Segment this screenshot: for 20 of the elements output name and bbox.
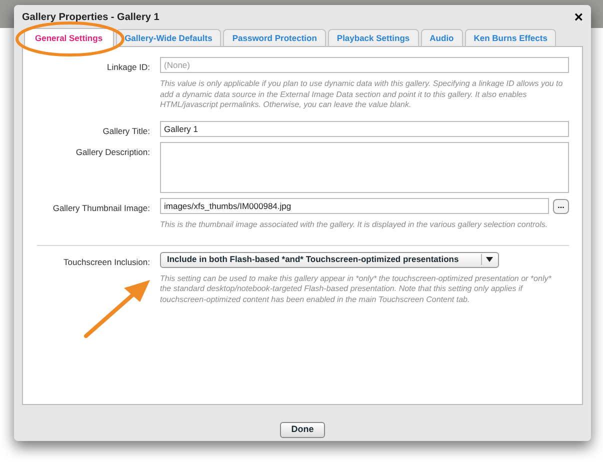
browse-button[interactable]: ... [553,198,569,214]
field-label: Linkage ID: [106,61,151,74]
help-text: This setting can be used to make this gallery appear in *only* the touchscreen-optimized presentation or *only* the standard desktop/notebook-targeted Flash-based presentation. Note that this setting only applies if touchscreen-optimized content has been enabled in the main Touchscreen Content tab. [160,274,552,306]
path-field[interactable]: images/xfs_thumbs/IM000984.jpg [160,198,549,214]
close-button[interactable]: × [574,10,583,24]
field-label: Touchscreen Inclusion: [62,256,151,268]
help-text: This is the thumbnail image associated with the gallery. It is displayed in the various gallery selection controls. [160,220,549,231]
pointer-arrow [84,280,150,338]
window-title: Gallery Properties - Gallery 1 [22,10,160,24]
tab[interactable]: General Settings [24,28,114,47]
field-label: Gallery Thumbnail Image: [52,202,151,215]
text-field[interactable]: Gallery 1 [160,120,569,136]
field-label: Gallery Description: [74,146,151,159]
text-field[interactable]: (None) [160,57,569,73]
description-field[interactable] [160,142,569,194]
dropdown[interactable]: Include in both Flash-based *and* Touchscreen-optimized presentations [160,252,499,268]
dropdown-arrow-icon [486,257,493,262]
help-text: This value is only applicable if you plan to use dynamic data with this gallery. Specifying a linkage ID allows you to add a dynamic data source in the External Image Data section and point it to this gallery. It also enables HTML/javascript permalinks. Otherwise, you can leave the value blank. [160,79,564,110]
done-button[interactable]: Done [280,422,325,438]
field-label: Gallery Title: [102,124,151,138]
